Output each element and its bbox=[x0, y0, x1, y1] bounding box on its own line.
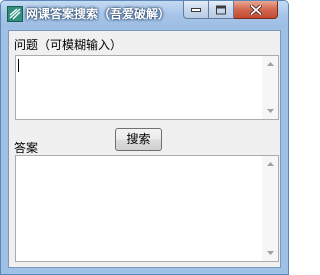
client-area: 问题（可模糊输入） 搜索 答案 bbox=[8, 30, 281, 268]
minimize-button[interactable] bbox=[183, 1, 209, 19]
maximize-button[interactable] bbox=[209, 1, 234, 19]
close-icon bbox=[249, 4, 262, 15]
window-title: 网课答案搜索（吾爱破解） bbox=[26, 7, 171, 21]
scroll-up-arrow-icon[interactable] bbox=[262, 156, 278, 172]
question-scrollbar[interactable] bbox=[262, 56, 278, 119]
search-button[interactable]: 搜索 bbox=[115, 128, 162, 151]
question-label: 问题（可模糊输入） bbox=[14, 38, 123, 52]
answer-output[interactable] bbox=[15, 155, 279, 262]
scroll-up-arrow-icon[interactable] bbox=[262, 56, 278, 72]
maximize-icon bbox=[216, 5, 226, 14]
answer-label: 答案 bbox=[14, 141, 39, 155]
close-button[interactable] bbox=[234, 1, 278, 19]
scroll-down-arrow-icon[interactable] bbox=[262, 103, 278, 119]
title-bar[interactable]: 网课答案搜索（吾爱破解） bbox=[1, 1, 288, 28]
app-icon bbox=[7, 6, 23, 22]
scroll-down-arrow-icon[interactable] bbox=[262, 245, 278, 261]
answer-text[interactable] bbox=[18, 158, 261, 259]
answer-scrollbar[interactable] bbox=[262, 156, 278, 261]
app-window: 网课答案搜索（吾爱破解） 问题（可模糊输入） 搜索 答案 bbox=[0, 0, 289, 275]
question-text[interactable] bbox=[18, 58, 261, 117]
text-caret bbox=[18, 59, 19, 72]
minimize-icon bbox=[191, 7, 201, 12]
question-input[interactable] bbox=[15, 55, 279, 120]
